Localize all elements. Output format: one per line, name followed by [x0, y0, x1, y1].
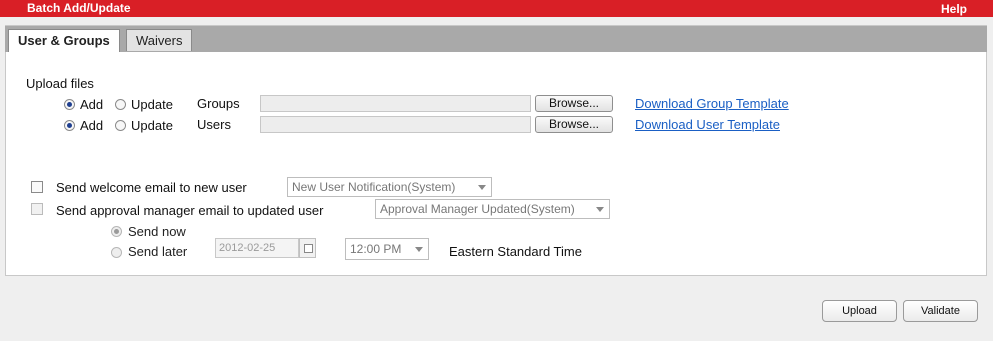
chevron-down-icon: [478, 185, 486, 190]
approval-email-template-value: Approval Manager Updated(System): [380, 202, 575, 216]
users-update-radio[interactable]: [115, 120, 126, 131]
send-now-radio[interactable]: [111, 226, 122, 237]
users-file-input[interactable]: [260, 116, 531, 133]
groups-update-label: Update: [131, 97, 173, 112]
approval-email-label: Send approval manager email to updated u…: [56, 203, 324, 218]
groups-add-radio[interactable]: [64, 99, 75, 110]
upload-button[interactable]: Upload: [822, 300, 897, 322]
upload-files-label: Upload files: [26, 76, 94, 91]
help-link[interactable]: Help: [941, 2, 967, 16]
tab-waivers[interactable]: Waivers: [126, 29, 193, 51]
send-date-input[interactable]: 2012-02-25: [215, 238, 299, 258]
send-time-select[interactable]: 12:00 PM: [345, 238, 429, 260]
welcome-email-template-select[interactable]: New User Notification(System): [287, 177, 492, 197]
send-now-label: Send now: [128, 224, 186, 239]
main-panel: [5, 52, 987, 276]
tab-strip: User & Groups Waivers: [5, 25, 987, 53]
users-update-label: Update: [131, 118, 173, 133]
approval-email-checkbox[interactable]: [31, 203, 43, 215]
groups-browse-button[interactable]: Browse...: [535, 95, 613, 112]
groups-update-radio[interactable]: [115, 99, 126, 110]
timezone-label: Eastern Standard Time: [449, 244, 582, 259]
welcome-email-label: Send welcome email to new user: [56, 180, 247, 195]
tab-user-groups[interactable]: User & Groups: [8, 29, 120, 53]
download-user-template-link[interactable]: Download User Template: [635, 117, 780, 132]
groups-file-input[interactable]: [260, 95, 531, 112]
chevron-down-icon: [415, 247, 423, 252]
calendar-button[interactable]: [299, 238, 316, 258]
send-time-value: 12:00 PM: [350, 242, 402, 256]
send-later-label: Send later: [128, 244, 188, 259]
chevron-down-icon: [596, 207, 604, 212]
send-later-radio[interactable]: [111, 247, 122, 258]
groups-add-label: Add: [80, 97, 104, 112]
users-browse-button[interactable]: Browse...: [535, 116, 613, 133]
download-group-template-link[interactable]: Download Group Template: [635, 96, 789, 111]
users-add-radio[interactable]: [64, 120, 75, 131]
validate-button[interactable]: Validate: [903, 300, 978, 322]
title-bar: Batch Add/Update Help: [0, 0, 993, 17]
page-title: Batch Add/Update: [27, 1, 131, 15]
approval-email-template-select[interactable]: Approval Manager Updated(System): [375, 199, 610, 219]
groups-label: Groups: [197, 96, 240, 111]
users-add-label: Add: [80, 118, 104, 133]
calendar-icon: [304, 244, 313, 253]
welcome-email-template-value: New User Notification(System): [292, 180, 456, 194]
users-label: Users: [197, 117, 231, 132]
welcome-email-checkbox[interactable]: [31, 181, 43, 193]
